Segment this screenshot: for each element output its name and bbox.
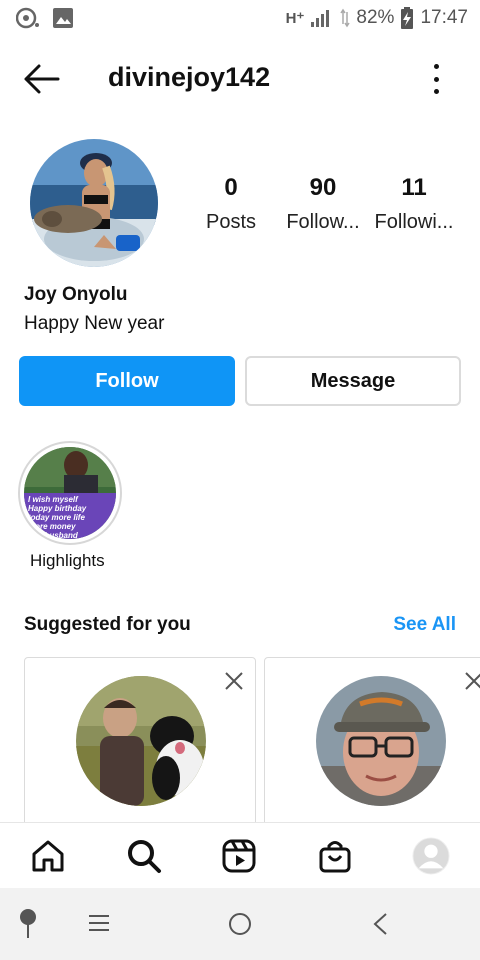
following-count: 11 (401, 174, 427, 201)
clock: 17:47 (420, 7, 468, 28)
highlight-thumbnail: I wish myself Happy birthday today more … (24, 447, 116, 539)
nav-profile[interactable] (412, 837, 450, 875)
close-icon[interactable] (223, 670, 245, 692)
stat-followers[interactable]: 90 Follow... (280, 172, 366, 240)
assistant-icon[interactable] (18, 908, 38, 940)
display-name: Joy Onyolu (24, 284, 128, 305)
profile-avatar-icon (412, 837, 450, 875)
back-chevron-icon[interactable] (372, 912, 388, 936)
suggestion-photo (76, 676, 206, 806)
nav-search[interactable] (125, 837, 163, 875)
close-icon[interactable] (463, 670, 480, 692)
posts-count: 0 (224, 174, 238, 201)
profile-avatar[interactable] (30, 139, 158, 267)
nav-home[interactable] (29, 837, 67, 875)
overlay-line: Happy birthday (28, 504, 87, 513)
profile-photo (30, 139, 158, 267)
suggested-title: Suggested for you (24, 614, 191, 635)
more-dot (433, 76, 439, 82)
suggestion-photo (316, 676, 446, 806)
overlay-line: and husband (28, 531, 78, 539)
reels-icon (222, 839, 256, 873)
status-bar: H⁺ 82% 17:47 (0, 0, 480, 38)
suggestion-avatar[interactable] (316, 676, 446, 806)
profile-header: divinejoy142 (0, 50, 480, 108)
shop-icon (319, 841, 351, 873)
status-right: H⁺ 82% 17:47 (286, 7, 468, 29)
recents-icon[interactable] (88, 914, 110, 932)
bio-text: Happy New year (24, 313, 165, 334)
see-all-link[interactable]: See All (393, 614, 456, 636)
home-icon (32, 840, 64, 872)
search-icon (128, 840, 161, 873)
following-label: Followi... (374, 211, 454, 233)
profile-username: divinejoy142 (108, 62, 271, 92)
overlay-line: I wish myself (28, 495, 78, 504)
overlay-line: more money (28, 522, 76, 531)
followers-label: Follow... (286, 211, 360, 233)
gallery-icon (53, 8, 73, 28)
story-highlight[interactable]: I wish myself Happy birthday today more … (18, 441, 122, 545)
suggestion-avatar[interactable] (76, 676, 206, 806)
more-dot (433, 89, 439, 94)
overlay-line: today more life (28, 513, 85, 522)
follow-button[interactable]: Follow (19, 356, 235, 406)
stat-posts[interactable]: 0 Posts (190, 172, 272, 240)
highlight-overlay-text: I wish myself Happy birthday today more … (28, 495, 86, 539)
battery-percent: 82% (356, 7, 395, 28)
more-dot (433, 64, 439, 69)
back-arrow-icon (24, 64, 60, 94)
suggestion-card[interactable] (264, 657, 480, 837)
system-navigation (0, 888, 480, 960)
data-arrows-icon (340, 8, 351, 28)
network-type: H⁺ (285, 10, 305, 27)
message-button[interactable]: Message (245, 356, 461, 406)
signal-icon (311, 10, 330, 27)
status-left (16, 7, 74, 29)
stat-following[interactable]: 11 Followi... (370, 172, 458, 240)
followers-count: 90 (309, 174, 337, 201)
highlight-label: Highlights (30, 551, 105, 570)
notification-icon (16, 7, 39, 29)
battery-charging-icon (401, 7, 414, 29)
back-button[interactable] (22, 62, 62, 96)
posts-label: Posts (205, 211, 257, 233)
suggestion-card[interactable] (24, 657, 256, 837)
nav-shop[interactable] (316, 837, 354, 875)
more-options-button[interactable] (428, 64, 444, 94)
nav-reels[interactable] (220, 837, 258, 875)
home-circle-icon[interactable] (228, 912, 252, 936)
bottom-navigation (0, 822, 480, 889)
